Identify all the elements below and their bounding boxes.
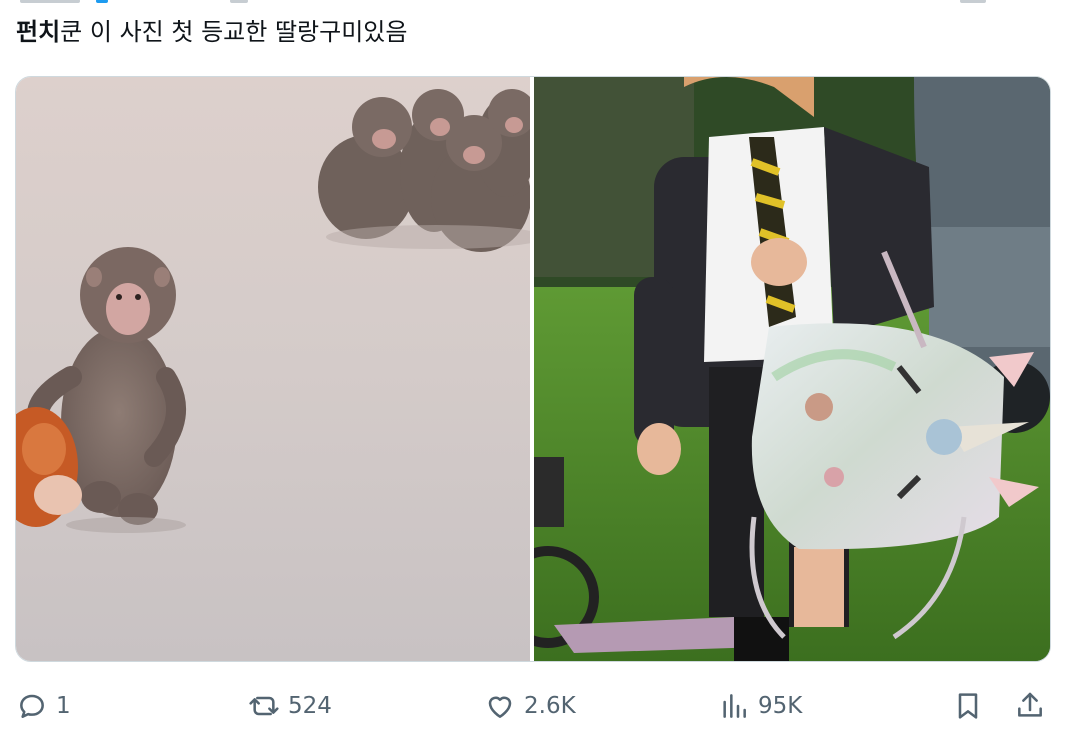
like-count: 2.6K: [524, 693, 576, 719]
tweet-body: 쿤 이 사진 첫 등교한 딸랑구미있음: [60, 18, 408, 46]
heart-icon: [488, 696, 512, 718]
media-grid: [15, 76, 1051, 662]
monkey-photo[interactable]: [16, 77, 530, 661]
share-button[interactable]: [1014, 684, 1046, 728]
share-icon: [1018, 692, 1042, 717]
bookmark-button[interactable]: [952, 684, 984, 728]
views-button[interactable]: 95K: [718, 684, 802, 728]
tweet-author-name[interactable]: 펀치: [16, 18, 60, 46]
bookmark-icon: [958, 693, 978, 719]
previous-tweet-edge: [0, 0, 1066, 10]
tweet-text: 펀치쿤 이 사진 첫 등교한 딸랑구미있음: [16, 16, 407, 48]
reply-button[interactable]: 1: [16, 684, 71, 728]
reply-count: 1: [56, 693, 71, 719]
like-button[interactable]: 2.6K: [484, 684, 576, 728]
tweet-action-bar: 1 524 2.6K 95K: [0, 684, 1066, 728]
views-count: 95K: [758, 693, 803, 719]
retweet-button[interactable]: 524: [248, 684, 332, 728]
girl-photo[interactable]: [534, 77, 1050, 661]
retweet-icon: [249, 696, 279, 716]
retweet-count: 524: [288, 693, 332, 719]
views-icon: [723, 694, 746, 718]
reply-icon: [20, 694, 44, 718]
